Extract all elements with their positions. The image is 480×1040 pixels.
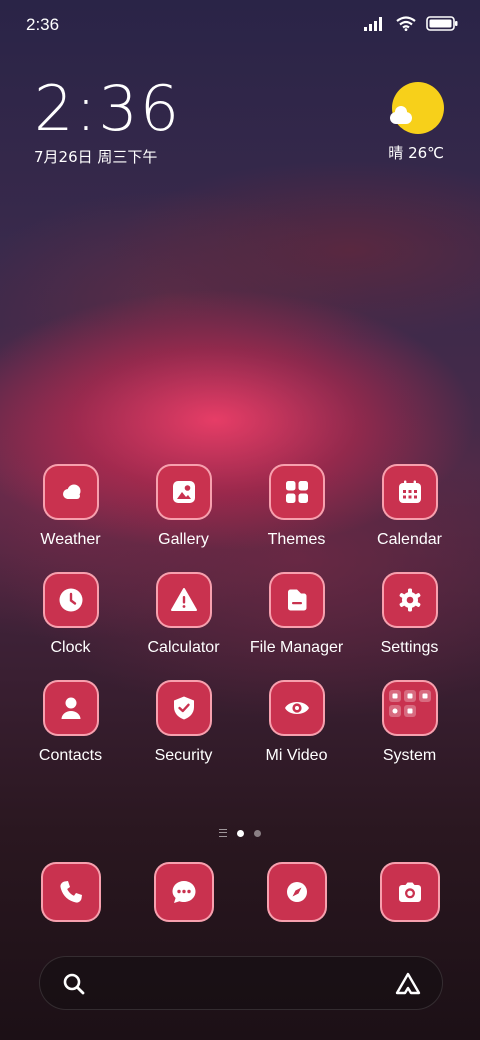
app-label: Themes: [267, 531, 326, 548]
app-label: Security: [154, 747, 213, 764]
status-icons: [364, 16, 458, 31]
app-themes[interactable]: Themes: [240, 464, 353, 549]
app-label: Gallery: [158, 531, 209, 548]
dock-browser[interactable]: [240, 862, 353, 922]
clock-widget[interactable]: 2:36 7月26日 周三下午: [34, 78, 181, 167]
app-label: Weather: [40, 531, 101, 548]
app-calculator[interactable]: Calculator: [127, 572, 240, 657]
weather-text: 晴 26℃: [388, 142, 444, 163]
dock: [14, 862, 466, 922]
messages-icon: [153, 862, 214, 922]
app-clock[interactable]: Clock: [14, 572, 127, 657]
search-bar[interactable]: [39, 956, 443, 1010]
widget-date: 7月26日 周三下午: [34, 148, 158, 166]
themes-icon: [268, 464, 325, 520]
weather-temperature: 26℃: [408, 144, 444, 162]
dock-phone[interactable]: [14, 862, 127, 922]
folder-icon: [268, 572, 325, 628]
widget-time: 2:36: [34, 72, 182, 145]
dock-camera[interactable]: [353, 862, 466, 922]
weather-icon: [42, 464, 99, 520]
app-mi-video[interactable]: Mi Video: [240, 680, 353, 765]
app-security[interactable]: Security: [127, 680, 240, 765]
app-file-manager[interactable]: File Manager: [240, 572, 353, 657]
gear-icon: [381, 572, 438, 628]
app-calendar[interactable]: Calendar: [353, 464, 466, 549]
camera-icon: [379, 862, 440, 922]
dock-messages[interactable]: [127, 862, 240, 922]
person-icon: [42, 680, 99, 736]
app-label: Settings: [380, 639, 439, 656]
status-bar: 2:36: [0, 0, 480, 50]
page-list-icon[interactable]: [219, 829, 227, 837]
app-label: Contacts: [38, 747, 103, 764]
app-contacts[interactable]: Contacts: [14, 680, 127, 765]
assistant-icon[interactable]: [394, 971, 422, 997]
app-system-folder[interactable]: System: [353, 680, 466, 765]
page-dot[interactable]: [254, 829, 261, 837]
app-label: System: [382, 747, 437, 764]
app-grid: Weather Gallery Themes Calendar Clock Ca…: [14, 464, 466, 765]
shield-check-icon: [155, 680, 212, 736]
app-label: File Manager: [249, 639, 344, 656]
signal-icon: [364, 16, 382, 31]
warning-triangle-icon: [155, 572, 212, 628]
folder-grid-icon: [381, 680, 438, 736]
weather-condition: 晴: [388, 144, 404, 162]
compass-icon: [266, 862, 327, 922]
sunny-partly-cloudy-icon: [390, 82, 444, 134]
wifi-icon: [396, 16, 416, 31]
phone-icon: [40, 862, 101, 922]
clock-icon: [42, 572, 99, 628]
app-gallery[interactable]: Gallery: [127, 464, 240, 549]
app-label: Clock: [50, 639, 91, 656]
search-icon[interactable]: [62, 972, 86, 996]
weather-widget[interactable]: 晴 26℃: [388, 82, 444, 163]
eye-icon: [268, 680, 325, 736]
app-settings[interactable]: Settings: [353, 572, 466, 657]
app-label: Calculator: [147, 639, 220, 656]
app-weather[interactable]: Weather: [14, 464, 127, 549]
page-indicator[interactable]: [0, 829, 480, 837]
battery-icon: [426, 16, 458, 31]
calendar-icon: [381, 464, 438, 520]
status-time: 2:36: [26, 15, 60, 34]
app-label: Calendar: [377, 531, 442, 548]
app-label: Mi Video: [265, 747, 328, 764]
gallery-icon: [155, 464, 212, 520]
page-dot-active[interactable]: [237, 829, 244, 837]
